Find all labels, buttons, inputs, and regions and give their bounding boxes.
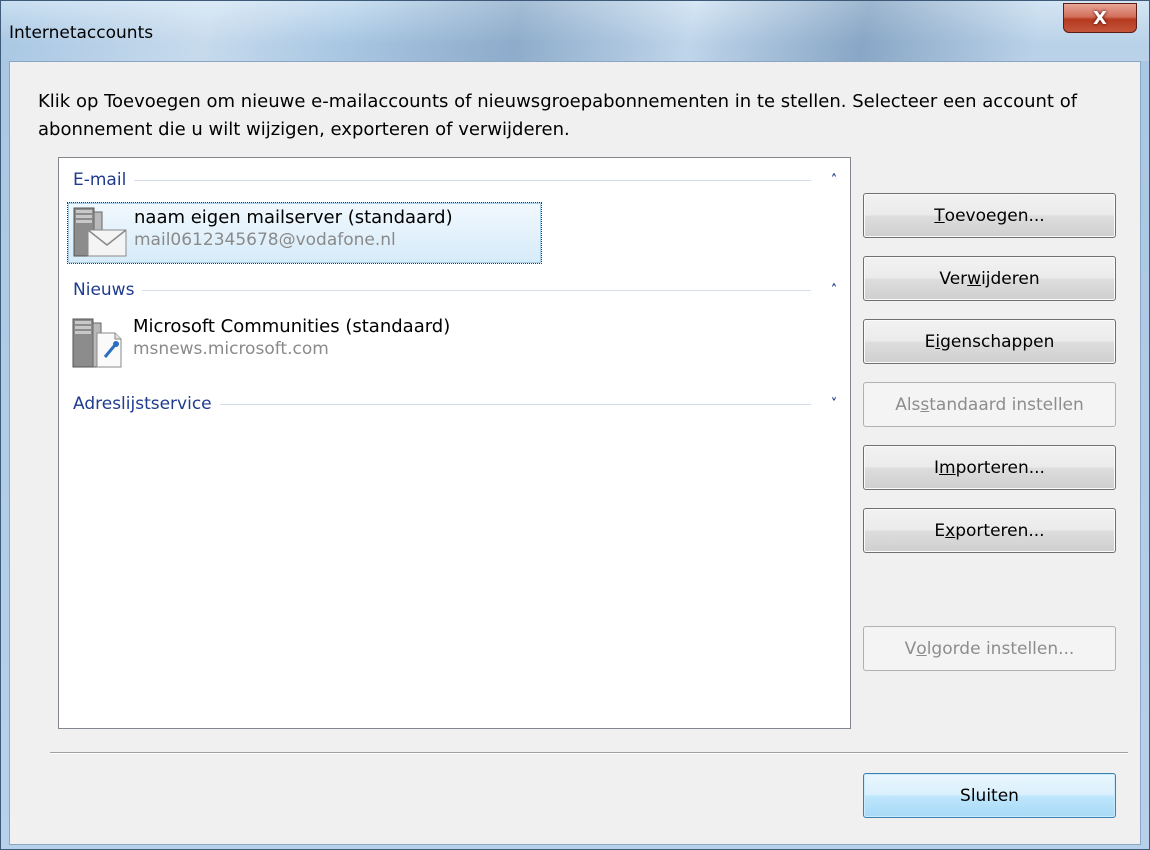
button-label: tandaard instellen bbox=[929, 394, 1084, 415]
button-label: Ver bbox=[939, 268, 968, 289]
group-label-directory: Adreslijstservice bbox=[73, 394, 212, 414]
title-bar[interactable]: Internetaccounts X bbox=[1, 1, 1150, 61]
close-button[interactable]: Sluiten bbox=[863, 773, 1116, 818]
button-label: ijderen bbox=[981, 268, 1040, 289]
accounts-list[interactable]: E-mail ˄ naam eigen mailserver (standaar… bbox=[58, 157, 851, 729]
export-button[interactable]: Ex porteren... bbox=[863, 508, 1116, 553]
close-icon: X bbox=[1093, 7, 1107, 29]
dialog-body: Klik op Toevoegen om nieuwe e-mailaccoun… bbox=[9, 61, 1141, 845]
set-order-button[interactable]: Vo lgorde instellen... bbox=[863, 626, 1116, 671]
button-label: V bbox=[904, 638, 917, 659]
access-key: o bbox=[916, 638, 927, 659]
mail-server-icon bbox=[70, 204, 128, 262]
button-label: porteren... bbox=[955, 457, 1045, 478]
button-label: E bbox=[934, 520, 946, 541]
remove-button[interactable]: Ver w ijderen bbox=[863, 256, 1116, 301]
account-name: Microsoft Communities (standaard) bbox=[133, 316, 451, 337]
button-label: E bbox=[924, 331, 936, 352]
chevron-down-icon[interactable]: ˅ bbox=[825, 395, 843, 413]
button-label: lgorde instellen... bbox=[926, 638, 1075, 659]
access-key: m bbox=[939, 457, 956, 478]
button-label: genschappen bbox=[940, 331, 1055, 352]
instruction-text: Klik op Toevoegen om nieuwe e-mailaccoun… bbox=[38, 91, 1078, 140]
group-divider bbox=[134, 179, 811, 181]
account-address: mail0612345678@vodafone.nl bbox=[134, 230, 396, 250]
group-label-email: E-mail bbox=[73, 170, 127, 190]
access-key: x bbox=[945, 520, 956, 541]
list-item-news-account[interactable]: Microsoft Communities (standaard) msnews… bbox=[67, 312, 542, 374]
button-label: oevoegen... bbox=[944, 205, 1045, 226]
list-item-email-account[interactable]: naam eigen mailserver (standaard) mail06… bbox=[67, 202, 542, 264]
group-divider bbox=[142, 289, 811, 291]
window-title: Internetaccounts bbox=[9, 23, 154, 43]
chevron-up-icon[interactable]: ˄ bbox=[825, 171, 843, 189]
dialog-window: Internetaccounts X Klik op Toevoegen om … bbox=[0, 0, 1150, 850]
import-button[interactable]: Im porteren... bbox=[863, 445, 1116, 490]
group-header-email[interactable]: E-mail ˄ bbox=[73, 168, 843, 192]
chevron-up-icon[interactable]: ˄ bbox=[825, 281, 843, 299]
button-label: Als bbox=[895, 394, 921, 415]
properties-button[interactable]: Ei genschappen bbox=[863, 319, 1116, 364]
access-key: T bbox=[934, 205, 945, 226]
set-default-button[interactable]: Als s tandaard instellen bbox=[863, 382, 1116, 427]
button-label: Sluiten bbox=[960, 785, 1019, 806]
access-key: w bbox=[967, 268, 982, 289]
access-key: s bbox=[920, 394, 930, 415]
button-label: porteren... bbox=[955, 520, 1045, 541]
account-address: msnews.microsoft.com bbox=[133, 339, 329, 359]
add-button[interactable]: Toevoegen... bbox=[863, 193, 1116, 238]
close-window-button[interactable]: X bbox=[1063, 3, 1137, 33]
group-label-news: Nieuws bbox=[73, 280, 135, 300]
group-header-directory[interactable]: Adreslijstservice ˅ bbox=[73, 392, 843, 416]
news-server-icon bbox=[69, 313, 127, 371]
account-name: naam eigen mailserver (standaard) bbox=[134, 207, 453, 228]
footer-divider bbox=[50, 752, 1128, 754]
group-divider bbox=[219, 403, 811, 405]
group-header-news[interactable]: Nieuws ˄ bbox=[73, 278, 843, 302]
